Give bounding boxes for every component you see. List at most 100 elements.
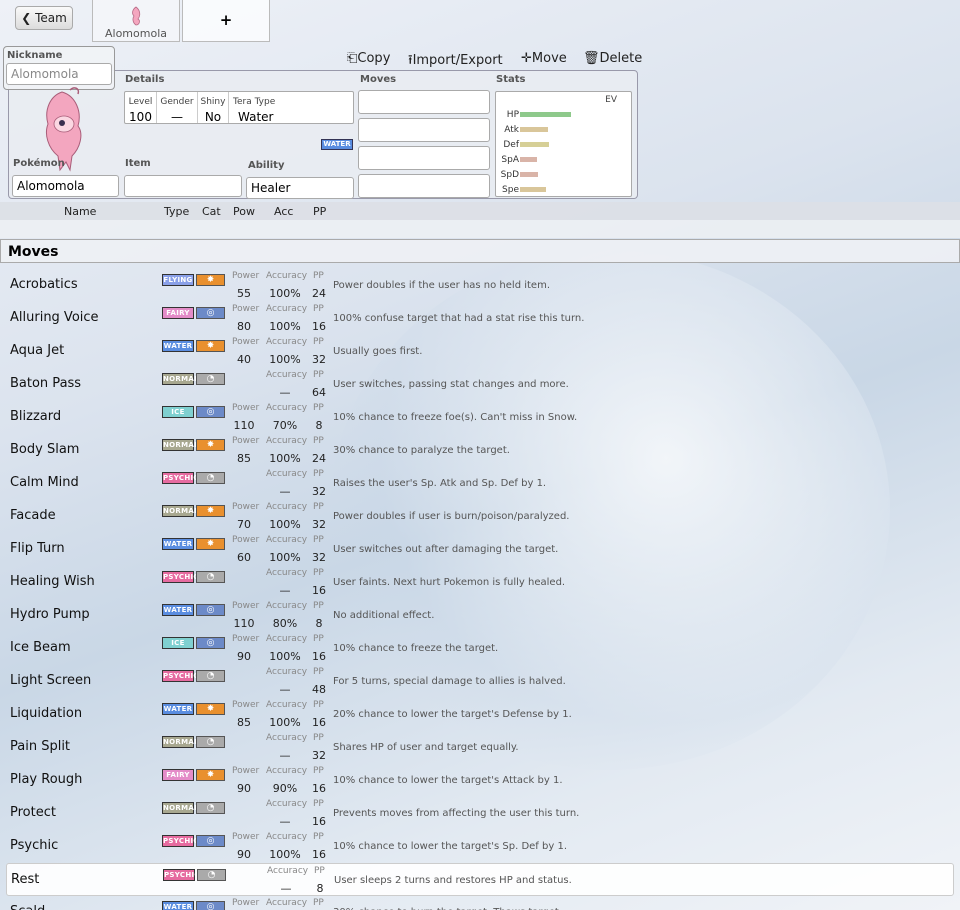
copy-button[interactable]: ⎗Copy: [347, 51, 390, 66]
move-row[interactable]: Facade NORMAL ✸ Power 70 Accuracy 100% PP 32 Powe…: [6, 500, 954, 533]
move-row[interactable]: Healing Wish PSYCHIC ◔ Accuracy — PP 16 User fa…: [6, 566, 954, 599]
move-row[interactable]: Aqua Jet WATER ✸ Power 40 Accuracy 100% PP 32 Usu…: [6, 335, 954, 368]
type-badge: NORMAL: [162, 802, 199, 814]
col-type[interactable]: Type: [164, 205, 189, 218]
move-row[interactable]: Flip Turn WATER ✸ Power 60 Accuracy 100% PP 32 Us…: [6, 533, 954, 566]
item-input[interactable]: [124, 175, 242, 197]
move-name: Light Screen: [10, 673, 92, 688]
move-row[interactable]: Light Screen PSYCHIC ◔ Accuracy — PP 48 For 5 t…: [6, 665, 954, 698]
pp-value: 64: [312, 386, 326, 399]
move-description: 30% chance to paralyze the target.: [333, 445, 510, 456]
move-description: User faints. Next hurt Pokemon is fully …: [333, 577, 566, 588]
category-special-icon: ◎: [196, 406, 225, 418]
pokemon-label: Pokémon: [13, 158, 65, 169]
stat-bar: [520, 142, 549, 147]
tab-pokemon[interactable]: Alomomola: [92, 0, 180, 42]
move-slot-3[interactable]: [358, 146, 490, 170]
col-cat[interactable]: Cat: [202, 205, 221, 218]
move-description: 100% confuse target that had a stat rise…: [333, 313, 585, 324]
accuracy-label: Accuracy: [266, 502, 308, 512]
pp-value: 24: [312, 452, 326, 465]
accuracy-label: Accuracy: [267, 866, 309, 876]
move-row[interactable]: Protect NORMAL ◔ Accuracy — PP 16 Prevents move…: [6, 797, 954, 830]
move-description: Shares HP of user and target equally.: [333, 742, 519, 753]
pp-label: PP: [313, 601, 324, 611]
type-badge: FAIRY: [162, 307, 194, 319]
pokemon-input[interactable]: Alomomola: [12, 175, 119, 197]
move-description: 10% chance to freeze foe(s). Can't miss …: [333, 412, 578, 423]
tera-label: Tera Type: [233, 97, 276, 107]
details-box[interactable]: Level 100 Gender — Shiny No Tera Type Water: [124, 91, 354, 124]
back-to-team-button[interactable]: ❮ Team: [15, 6, 73, 30]
move-name: Healing Wish: [10, 574, 95, 589]
pp-value: 8: [315, 419, 323, 432]
nickname-input[interactable]: Alomomola: [6, 63, 112, 85]
move-row[interactable]: Alluring Voice FAIRY ◎ Power 80 Accuracy 100% P…: [6, 302, 954, 335]
type-badge: PSYCHIC: [162, 670, 199, 682]
type-badge: FAIRY: [162, 769, 194, 781]
move-row[interactable]: Pain Split NORMAL ◔ Accuracy — PP 32 Shares HP …: [6, 731, 954, 764]
move-row[interactable]: Blizzard ICE ◎ Power 110 Accuracy 70% PP 8 10% ch…: [6, 401, 954, 434]
category-physical-icon: ✸: [196, 439, 225, 451]
stat-row: Spe: [496, 184, 626, 198]
move-description: User switches, passing stat changes and …: [333, 379, 569, 390]
move-button[interactable]: ✛Move: [521, 51, 567, 66]
accuracy-label: Accuracy: [266, 469, 308, 479]
col-pow[interactable]: Pow: [233, 205, 255, 218]
power-value: 90: [237, 782, 251, 795]
accuracy-value: 100%: [269, 551, 301, 564]
move-row[interactable]: Psychic PSYCHIC ◎ Power 90 Accuracy 100% PP 16 10…: [6, 830, 954, 863]
move-row[interactable]: Calm Mind PSYCHIC ◔ Accuracy — PP 32 Raises the…: [6, 467, 954, 500]
move-row[interactable]: Baton Pass NORMAL ◔ Accuracy — PP 64 User switc…: [6, 368, 954, 401]
col-pp[interactable]: PP: [313, 205, 326, 218]
import-export-button[interactable]: ⭱Import/Export: [408, 51, 503, 73]
move-name: Protect: [10, 805, 56, 820]
type-badge: NORMAL: [162, 373, 199, 385]
move-slot-4[interactable]: [358, 174, 490, 198]
move-row[interactable]: Hydro Pump WATER ◎ Power 110 Accuracy 80% PP 8 No…: [6, 599, 954, 632]
move-row[interactable]: Body Slam NORMAL ✸ Power 85 Accuracy 100% PP 24 3…: [6, 434, 954, 467]
ability-input[interactable]: Healer: [246, 177, 354, 199]
move-description: 10% chance to freeze the target.: [333, 643, 499, 654]
pp-value: 32: [312, 353, 326, 366]
move-name: Calm Mind: [10, 475, 79, 490]
pp-value: 16: [312, 650, 326, 663]
move-description: Power doubles if the user has no held it…: [333, 280, 550, 291]
stat-row: Def: [496, 139, 626, 153]
pp-label: PP: [313, 535, 324, 545]
pp-label: PP: [313, 502, 324, 512]
gender-label: Gender: [160, 97, 194, 107]
move-row[interactable]: Rest PSYCHIC ◔ Accuracy — PP 8 User sleeps 2 tu…: [6, 863, 954, 896]
stat-row: SpD: [496, 169, 626, 183]
stat-name: Atk: [504, 125, 519, 135]
move-row[interactable]: Ice Beam ICE ◎ Power 90 Accuracy 100% PP 16 10% c…: [6, 632, 954, 665]
copy-label: Copy: [357, 51, 391, 66]
move-slot-2[interactable]: [358, 118, 490, 142]
category-status-icon: ◔: [197, 869, 226, 881]
stats-box[interactable]: EV HP Atk Def SpA SpD Spe: [495, 91, 632, 197]
power-value: 90: [237, 650, 251, 663]
add-pokemon-tab[interactable]: +: [182, 0, 270, 42]
move-row[interactable]: ScaldWATER◎Power80Accuracy100%PP2430% ch…: [6, 896, 954, 910]
accuracy-label: Accuracy: [266, 667, 308, 677]
move-row[interactable]: Acrobatics FLYING ✸ Power 55 Accuracy 100% PP 24…: [6, 269, 954, 302]
col-acc[interactable]: Acc: [274, 205, 293, 218]
power-value: 85: [237, 452, 251, 465]
accuracy-value: —: [279, 584, 291, 597]
move-row[interactable]: Play Rough FAIRY ✸ Power 90 Accuracy 90% PP 16 10…: [6, 764, 954, 797]
pp-label: PP: [313, 271, 324, 281]
stat-bar: [520, 157, 537, 162]
delete-button[interactable]: 🗑Delete: [583, 51, 642, 66]
category-status-icon: ◔: [196, 571, 225, 583]
accuracy-label: Accuracy: [266, 700, 308, 710]
move-slot-1[interactable]: [358, 90, 490, 114]
power-value: 90: [237, 848, 251, 861]
power-value: 80: [237, 320, 251, 333]
move-column-headers: Name Type Cat Pow Acc PP: [0, 202, 960, 220]
copy-icon: ⎗: [347, 51, 358, 66]
type-badge: ICE: [162, 637, 194, 649]
move-row[interactable]: Liquidation WATER ✸ Power 85 Accuracy 100% PP 16…: [6, 698, 954, 731]
col-name[interactable]: Name: [64, 205, 96, 218]
level-cell: Level 100: [125, 92, 157, 124]
moves-section-title: Moves: [0, 239, 960, 263]
